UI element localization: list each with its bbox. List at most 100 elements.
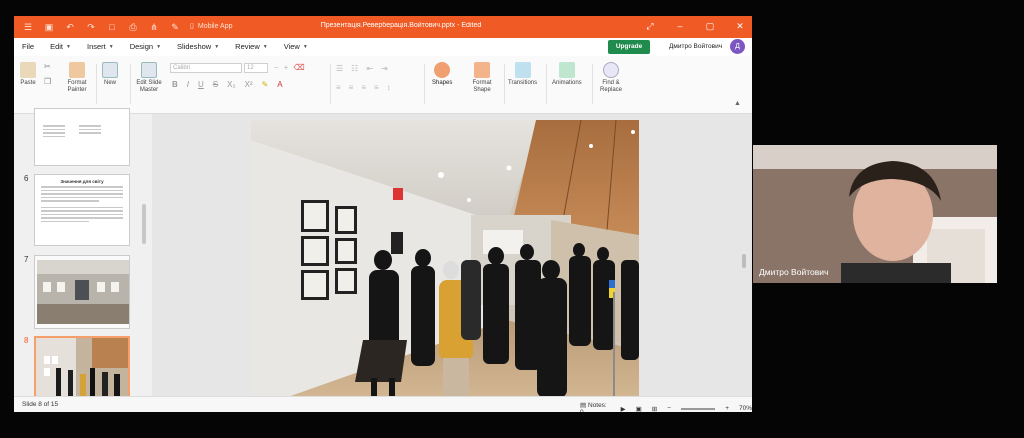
- app-menu-icon[interactable]: ☰: [22, 21, 34, 33]
- format-shape-icon: [474, 62, 490, 78]
- bullets-icon[interactable]: ☰: [336, 64, 343, 73]
- animations-icon: [558, 62, 575, 78]
- user-name[interactable]: Дмитро Войтович: [669, 43, 722, 50]
- line-spacing-icon[interactable]: ↕: [387, 83, 391, 92]
- chevron-down-icon: ▼: [108, 43, 114, 50]
- canvas-scrollbar[interactable]: [742, 254, 746, 268]
- gallery-photo-thumbnail: [37, 260, 129, 324]
- share-icon[interactable]: ⋔: [148, 21, 160, 33]
- copy-icon[interactable]: ❐: [44, 77, 51, 86]
- new-slide-icon: [102, 62, 118, 78]
- menu-review[interactable]: Review ▼: [235, 42, 268, 51]
- new-file-icon[interactable]: □: [106, 21, 118, 33]
- slide-master-icon: [141, 62, 157, 78]
- align-left-icon[interactable]: ≡: [336, 83, 341, 92]
- paste-button[interactable]: Paste: [20, 62, 36, 87]
- notes-icon: ▤: [580, 402, 588, 409]
- participant-video-tile: Дмитро Войтович: [753, 145, 997, 283]
- shapes-icon: [434, 62, 451, 78]
- mobile-app-label: Mobile App: [197, 22, 233, 30]
- shapes-button[interactable]: Shapes: [432, 62, 452, 87]
- increase-font-icon[interactable]: +: [284, 63, 289, 72]
- italic-icon[interactable]: I: [187, 80, 189, 89]
- restore-layout-icon[interactable]: ⤢: [644, 20, 656, 33]
- indent-icon[interactable]: ⇥: [381, 64, 388, 73]
- chevron-down-icon: ▼: [156, 43, 162, 50]
- highlight-icon[interactable]: ✎: [262, 80, 269, 89]
- font-color-icon[interactable]: A: [277, 80, 282, 89]
- underline-icon[interactable]: U: [198, 80, 204, 89]
- menu-edit[interactable]: Edit ▼: [50, 42, 71, 51]
- mobile-app-link[interactable]: ▯ Mobile App: [190, 22, 233, 31]
- phone-icon: ▯: [190, 23, 194, 30]
- slide-thumbnail-title: Значення для світу: [60, 179, 104, 184]
- slide-thumbnail[interactable]: [34, 108, 130, 166]
- chevron-down-icon: ▼: [262, 43, 268, 50]
- title-bar: ☰ ▣ ↶ ↷ □ ⎙ ⋔ ✎ ▯ Mobile App Презентація…: [14, 16, 752, 38]
- slide-number-active: 8: [24, 336, 29, 345]
- menu-insert[interactable]: Insert ▼: [87, 42, 114, 51]
- notes-toggle[interactable]: ▤ Notes: 0: [580, 401, 611, 412]
- chevron-down-icon: ▼: [66, 43, 71, 50]
- cut-icon[interactable]: ✂: [44, 62, 51, 71]
- menu-bar: File Edit ▼ Insert ▼ Design ▼ Slideshow ▼ Re…: [14, 38, 752, 56]
- window-controls: ⤢ – ▢ ✕: [644, 20, 746, 33]
- gallery-opening-photo: [251, 120, 639, 410]
- superscript-icon[interactable]: X²: [245, 80, 253, 89]
- outdent-icon[interactable]: ⇤: [366, 64, 373, 73]
- normal-view-icon[interactable]: ▣: [636, 405, 642, 413]
- justify-icon[interactable]: ≡: [374, 83, 379, 92]
- menu-file[interactable]: File: [22, 42, 34, 51]
- slide-number: 6: [24, 174, 29, 183]
- slide-editing-canvas: [152, 114, 752, 410]
- collapse-ribbon-icon[interactable]: ▲: [734, 100, 741, 107]
- menu-view[interactable]: View ▼: [284, 42, 308, 51]
- bold-icon[interactable]: B: [172, 80, 178, 89]
- strikethrough-icon[interactable]: S: [213, 80, 218, 89]
- menu-design[interactable]: Design ▼: [130, 42, 161, 51]
- play-slideshow-icon[interactable]: ▶: [621, 405, 626, 413]
- ribbon-toolbar: Paste ✂ ❐ Format Painter New Edit Slide …: [14, 56, 752, 114]
- edit-slide-master-button[interactable]: Edit Slide Master: [134, 62, 164, 94]
- subscript-icon[interactable]: X₂: [227, 80, 235, 89]
- new-slide-button[interactable]: New: [102, 62, 118, 87]
- print-icon[interactable]: ⎙: [127, 21, 139, 33]
- upgrade-button[interactable]: Upgrade: [608, 40, 650, 54]
- avatar[interactable]: Д: [730, 39, 745, 54]
- menu-slideshow[interactable]: Slideshow ▼: [177, 42, 219, 51]
- participant-video-feed: [753, 145, 997, 283]
- clipboard-icon: [20, 62, 36, 78]
- clear-format-icon[interactable]: ⌫: [293, 63, 304, 72]
- ribbon-separator: [546, 64, 547, 104]
- maximize-icon[interactable]: ▢: [704, 20, 716, 33]
- undo-icon[interactable]: ↶: [64, 21, 76, 33]
- quick-access-toolbar: ☰ ▣ ↶ ↷ □ ⎙ ⋔ ✎: [22, 21, 181, 33]
- find-replace-button[interactable]: Find & Replace: [598, 62, 624, 94]
- numbering-icon[interactable]: ☷: [351, 64, 358, 73]
- zoom-slider[interactable]: [680, 407, 716, 410]
- font-name-select[interactable]: Calibri: [170, 63, 242, 73]
- format-shape-button[interactable]: Format Shape: [466, 62, 498, 94]
- slide-thumbnail[interactable]: [34, 255, 130, 329]
- close-icon[interactable]: ✕: [734, 20, 746, 33]
- redo-icon[interactable]: ↷: [85, 21, 97, 33]
- thumbnail-scrollbar[interactable]: [142, 204, 146, 244]
- ribbon-separator: [592, 64, 593, 104]
- brush-icon[interactable]: ✎: [169, 21, 181, 33]
- minimize-icon[interactable]: –: [674, 20, 686, 33]
- chevron-down-icon: ▼: [214, 43, 220, 50]
- align-right-icon[interactable]: ≡: [361, 83, 366, 92]
- zoom-out-icon[interactable]: −: [667, 405, 671, 412]
- decrease-font-icon[interactable]: −: [274, 63, 279, 72]
- font-size-select[interactable]: 12: [244, 63, 268, 73]
- zoom-level[interactable]: 70%: [739, 405, 752, 412]
- slide-thumbnail[interactable]: Значення для світу: [34, 174, 130, 246]
- sorter-view-icon[interactable]: ⊞: [652, 405, 657, 413]
- format-painter-button[interactable]: Format Painter: [64, 62, 90, 94]
- animations-button[interactable]: Animations: [552, 62, 582, 87]
- save-icon[interactable]: ▣: [43, 21, 55, 33]
- zoom-in-icon[interactable]: +: [725, 405, 729, 412]
- transitions-button[interactable]: Transitions: [508, 62, 537, 87]
- current-slide[interactable]: [251, 120, 639, 410]
- align-center-icon[interactable]: ≡: [349, 83, 354, 92]
